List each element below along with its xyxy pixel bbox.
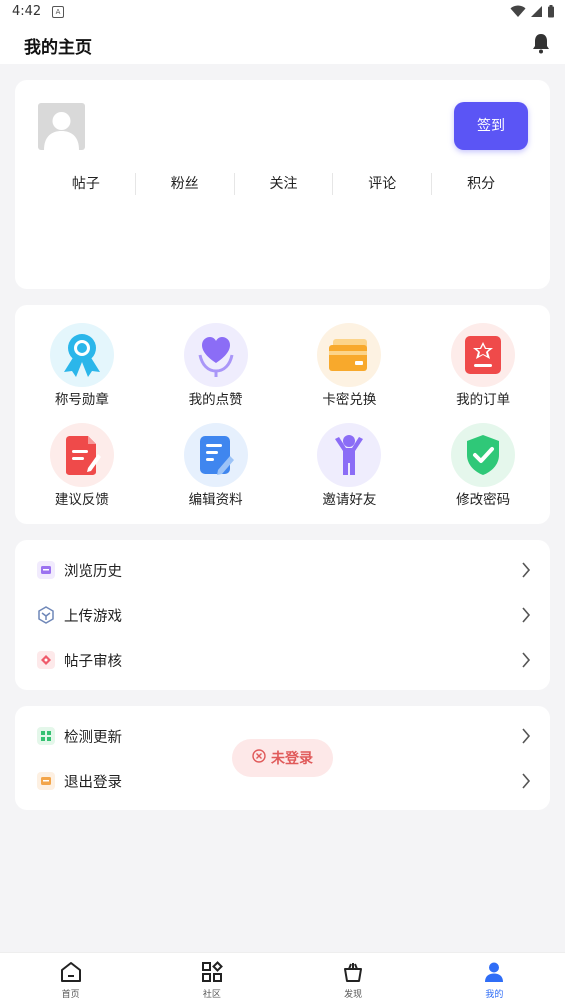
menu-item-upload-game[interactable]: 上传游戏 bbox=[37, 601, 531, 631]
avatar[interactable] bbox=[38, 103, 85, 150]
order-icon bbox=[451, 323, 516, 387]
chevron-right-icon bbox=[521, 652, 531, 672]
tab-label: 首页 bbox=[61, 990, 80, 1000]
feature-label: 我的订单 bbox=[456, 392, 511, 408]
feature-grid-card: 称号勋章 我的点赞 卡密兑换 我的订单 建议反馈 编辑资料 邀请好友 修改密码 bbox=[15, 305, 550, 524]
feature-label: 邀请好友 bbox=[322, 492, 377, 508]
feature-change-password[interactable]: 修改密码 bbox=[416, 423, 550, 509]
history-icon bbox=[37, 561, 55, 579]
tab-home[interactable]: 首页 bbox=[0, 953, 141, 1005]
toast-text: 未登录 bbox=[271, 751, 313, 767]
stat-fans[interactable]: 粉丝 bbox=[136, 173, 235, 195]
feature-invite[interactable]: 邀请好友 bbox=[283, 423, 417, 509]
medal-icon bbox=[49, 323, 114, 387]
profile-person-icon bbox=[424, 961, 565, 985]
menu-list-1: 浏览历史 上传游戏 帖子审核 bbox=[15, 540, 550, 690]
tab-community[interactable]: 社区 bbox=[141, 953, 282, 1005]
home-icon bbox=[0, 961, 141, 985]
chevron-right-icon bbox=[521, 607, 531, 627]
feature-edit-profile[interactable]: 编辑资料 bbox=[149, 423, 283, 509]
chevron-right-icon bbox=[521, 773, 531, 793]
menu-item-label: 上传游戏 bbox=[64, 609, 122, 625]
feature-card-redeem[interactable]: 卡密兑换 bbox=[283, 323, 417, 409]
feature-label: 称号勋章 bbox=[54, 392, 109, 408]
feedback-doc-icon bbox=[49, 423, 114, 487]
page-title: 我的主页 bbox=[24, 38, 92, 58]
menu-item-label: 检测更新 bbox=[64, 730, 122, 746]
stat-posts[interactable]: 帖子 bbox=[37, 173, 136, 195]
app-header: 我的主页 bbox=[0, 24, 565, 64]
feature-grid: 称号勋章 我的点赞 卡密兑换 我的订单 建议反馈 编辑资料 邀请好友 修改密码 bbox=[15, 323, 550, 509]
chevron-right-icon bbox=[521, 562, 531, 582]
profile-card: 签到 帖子 粉丝 关注 评论 积分 bbox=[15, 80, 550, 289]
update-grid-icon bbox=[37, 727, 55, 745]
feature-medal[interactable]: 称号勋章 bbox=[15, 323, 149, 409]
status-bar: 4:42 A bbox=[0, 0, 565, 24]
error-circle-icon bbox=[252, 749, 266, 767]
review-tag-icon bbox=[37, 651, 55, 669]
tab-label: 社区 bbox=[202, 990, 221, 1000]
menu-item-label: 帖子审核 bbox=[64, 654, 122, 670]
feature-likes[interactable]: 我的点赞 bbox=[149, 323, 283, 409]
stat-points[interactable]: 积分 bbox=[432, 173, 530, 195]
menu-item-label: 浏览历史 bbox=[64, 564, 122, 580]
feature-label: 建议反馈 bbox=[54, 492, 109, 508]
system-icons bbox=[510, 5, 555, 18]
stat-comments[interactable]: 评论 bbox=[333, 173, 433, 195]
signin-button[interactable]: 签到 bbox=[454, 102, 528, 150]
menu-item-post-review[interactable]: 帖子审核 bbox=[37, 646, 531, 676]
tab-profile[interactable]: 我的 bbox=[424, 953, 565, 1005]
wifi-icon bbox=[510, 5, 526, 17]
bottom-tab-bar: 首页 社区 发现 我的 bbox=[0, 952, 565, 1005]
tab-discover[interactable]: 发现 bbox=[283, 953, 424, 1005]
feature-label: 编辑资料 bbox=[188, 492, 243, 508]
stat-following[interactable]: 关注 bbox=[235, 173, 334, 195]
discover-bag-icon bbox=[283, 961, 424, 985]
edit-doc-icon bbox=[183, 423, 248, 487]
status-time: 4:42 bbox=[12, 4, 42, 19]
battery-icon bbox=[548, 5, 554, 18]
community-grid-icon bbox=[141, 961, 282, 985]
not-logged-in-toast: 未登录 bbox=[232, 739, 333, 777]
feature-label: 修改密码 bbox=[456, 492, 511, 508]
chevron-right-icon bbox=[521, 728, 531, 748]
feature-feedback[interactable]: 建议反馈 bbox=[15, 423, 149, 509]
feature-label: 卡密兑换 bbox=[322, 392, 377, 408]
bell-icon[interactable] bbox=[531, 32, 551, 58]
signal-icon bbox=[531, 6, 542, 17]
heart-hand-icon bbox=[183, 323, 248, 387]
card-icon bbox=[317, 323, 382, 387]
shield-check-icon bbox=[451, 423, 516, 487]
feature-label: 我的点赞 bbox=[188, 392, 243, 408]
menu-item-label: 退出登录 bbox=[64, 775, 122, 791]
profile-stats: 帖子 粉丝 关注 评论 积分 bbox=[37, 173, 530, 195]
upload-cube-icon bbox=[37, 606, 55, 624]
feature-orders[interactable]: 我的订单 bbox=[416, 323, 550, 409]
logout-icon bbox=[37, 772, 55, 790]
menu-item-history[interactable]: 浏览历史 bbox=[37, 556, 531, 586]
tab-label: 我的 bbox=[485, 990, 504, 1000]
default-avatar-icon bbox=[44, 112, 79, 150]
person-cheer-icon bbox=[317, 423, 382, 487]
notification-badge-icon: A bbox=[52, 6, 64, 18]
tab-label: 发现 bbox=[344, 990, 363, 1000]
